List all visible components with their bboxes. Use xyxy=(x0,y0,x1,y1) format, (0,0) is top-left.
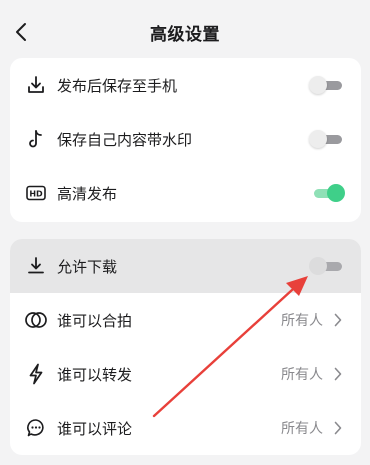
setting-row-duet[interactable]: 谁可以合拍 所有人 xyxy=(10,293,361,347)
toggle-knob xyxy=(309,130,327,148)
setting-label: 允许下载 xyxy=(57,257,118,276)
setting-row-watermark[interactable]: 保存自己内容带水印 xyxy=(10,112,361,166)
download-icon xyxy=(24,73,48,97)
save-to-phone-toggle[interactable] xyxy=(309,75,345,95)
hd-icon: HD xyxy=(24,181,48,205)
setting-label: 谁可以转发 xyxy=(57,365,133,384)
chevron-right-icon xyxy=(332,420,344,436)
watermark-toggle[interactable] xyxy=(309,129,345,149)
lightning-icon xyxy=(24,362,48,386)
setting-row-comment[interactable]: 谁可以评论 所有人 xyxy=(10,401,361,455)
allow-download-toggle[interactable] xyxy=(309,256,345,276)
setting-label: 高清发布 xyxy=(57,184,118,203)
setting-value: 所有人 xyxy=(281,313,323,329)
setting-value: 所有人 xyxy=(281,367,323,383)
svg-text:HD: HD xyxy=(29,190,43,199)
setting-row-allow-download[interactable]: 允许下载 xyxy=(10,239,361,293)
setting-row-hd-publish[interactable]: HD 高清发布 xyxy=(10,166,361,220)
hd-publish-toggle[interactable] xyxy=(309,183,345,203)
setting-label: 谁可以合拍 xyxy=(57,311,133,330)
page-title: 高级设置 xyxy=(150,25,220,45)
setting-value: 所有人 xyxy=(281,421,323,437)
header-bar: 高级设置 xyxy=(0,0,370,62)
comment-icon xyxy=(24,416,48,440)
chevron-right-icon xyxy=(332,366,344,382)
settings-card-permissions: 允许下载 谁可以合拍 所有人 谁可以转发 所有人 谁可以评论 所有人 xyxy=(10,239,361,455)
setting-label: 保存自己内容带水印 xyxy=(57,130,193,149)
setting-row-repost[interactable]: 谁可以转发 所有人 xyxy=(10,347,361,401)
download-icon xyxy=(24,254,48,278)
setting-label: 谁可以评论 xyxy=(57,419,133,438)
chevron-right-icon xyxy=(332,312,344,328)
setting-row-save-to-phone[interactable]: 发布后保存至手机 xyxy=(10,58,361,112)
setting-label: 发布后保存至手机 xyxy=(57,76,178,95)
tiktok-note-icon xyxy=(24,127,48,151)
toggle-knob xyxy=(327,184,345,202)
toggle-knob xyxy=(309,76,327,94)
settings-card-publish: 发布后保存至手机 保存自己内容带水印 HD 高清发布 xyxy=(10,58,361,222)
duet-icon xyxy=(24,308,48,332)
toggle-knob xyxy=(309,257,327,275)
